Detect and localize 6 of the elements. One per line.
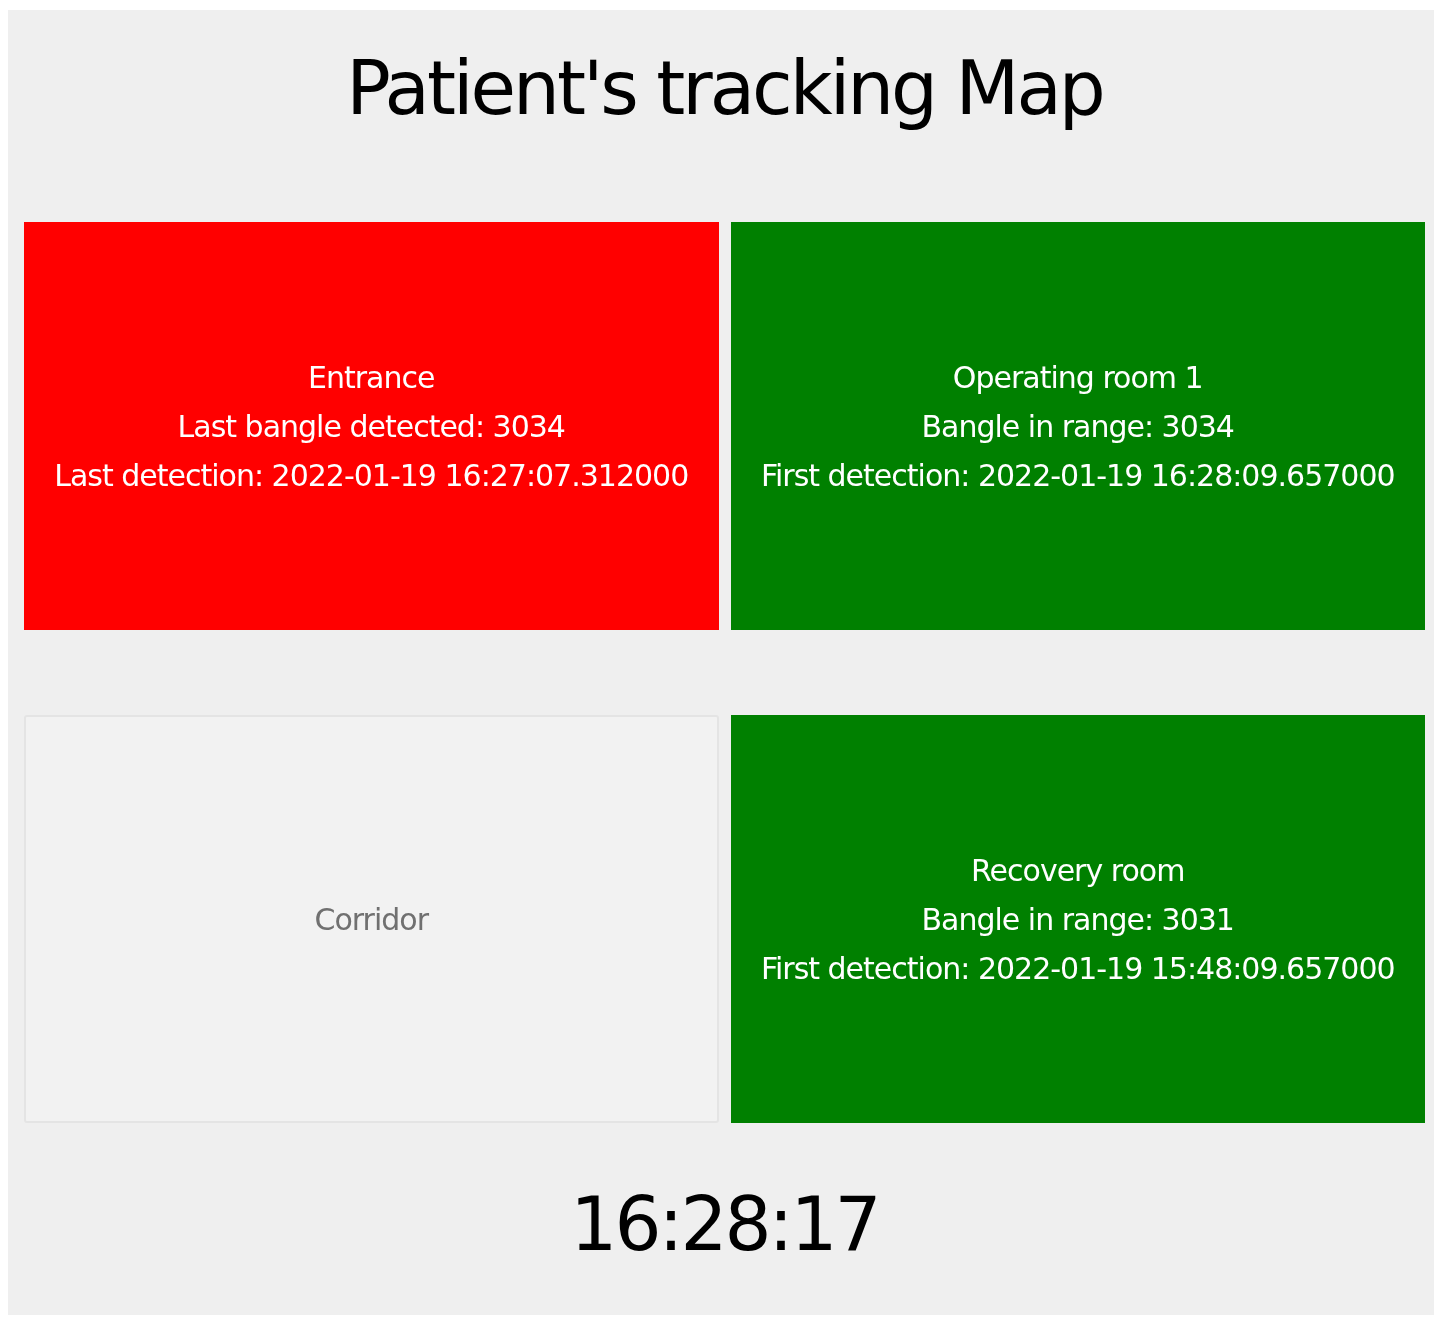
room-label: Operating room 1 Bangle in range: 3034 First detection: 2022-01-19 16:28:09.657000 <box>760 358 1395 495</box>
clock-time: 16:28:17 <box>570 1181 879 1267</box>
room-label: Entrance Last bangle detected: 3034 Last detection: 2022-01-19 16:27:07.312000 <box>54 358 689 495</box>
room-label: Recovery room Bangle in range: 3031 First detection: 2022-01-19 15:48:09.657000 <box>760 851 1395 988</box>
page-title: Patient's tracking Map <box>346 44 1103 133</box>
room-label: Corridor <box>314 900 428 939</box>
